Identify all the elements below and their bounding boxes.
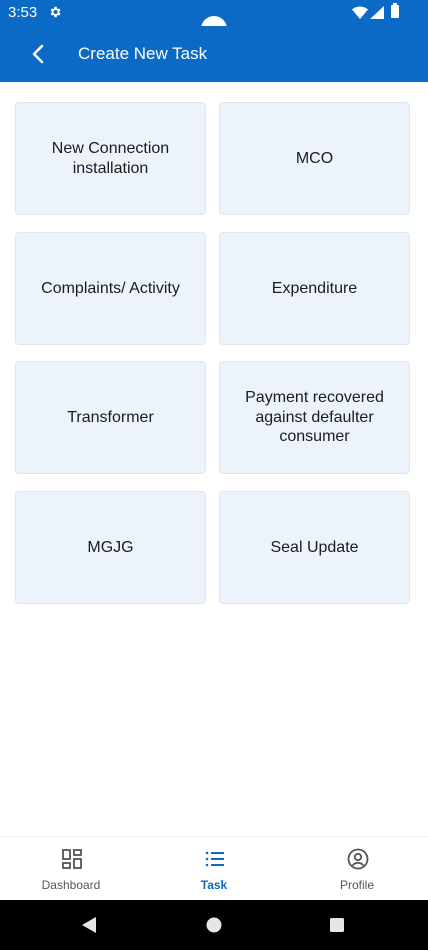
task-card-payment-recovered[interactable]: Payment recovered against defaulter cons… — [219, 361, 410, 474]
system-navigation-bar — [0, 900, 428, 950]
page-title: Create New Task — [78, 44, 208, 63]
nav-profile[interactable]: Profile — [286, 837, 428, 901]
dashboard-icon — [62, 849, 82, 869]
task-card-mgjg[interactable]: MGJG — [15, 491, 206, 604]
battery-icon — [391, 3, 399, 18]
settings-gear-icon — [50, 6, 61, 18]
task-card-complaints[interactable]: Complaints/ Activity — [15, 232, 206, 345]
status-time: 3:53 — [8, 4, 38, 21]
task-list-icon — [205, 851, 224, 867]
task-card-seal-update[interactable]: Seal Update — [219, 491, 410, 604]
system-recents-icon[interactable] — [329, 917, 345, 933]
bottom-navigation: Dashboard Task Profile — [0, 836, 428, 901]
wifi-icon — [352, 6, 368, 19]
profile-icon — [347, 848, 369, 870]
back-arrow-icon[interactable] — [24, 40, 52, 68]
nav-label: Profile — [339, 878, 374, 892]
nav-label: Task — [200, 878, 228, 892]
task-card-expenditure[interactable]: Expenditure — [219, 232, 410, 345]
task-card-new-connection[interactable]: New Connection installation — [15, 102, 206, 215]
app-bar: Create New Task — [0, 26, 428, 82]
signal-icon — [370, 6, 384, 19]
task-card-transformer[interactable]: Transformer — [15, 361, 206, 474]
task-card-mco[interactable]: MCO — [219, 102, 410, 215]
system-home-icon[interactable] — [206, 917, 222, 933]
system-back-icon[interactable] — [82, 917, 98, 933]
nav-label: Dashboard — [41, 878, 101, 892]
nav-task[interactable]: Task — [143, 837, 285, 901]
nav-dashboard[interactable]: Dashboard — [0, 837, 142, 901]
